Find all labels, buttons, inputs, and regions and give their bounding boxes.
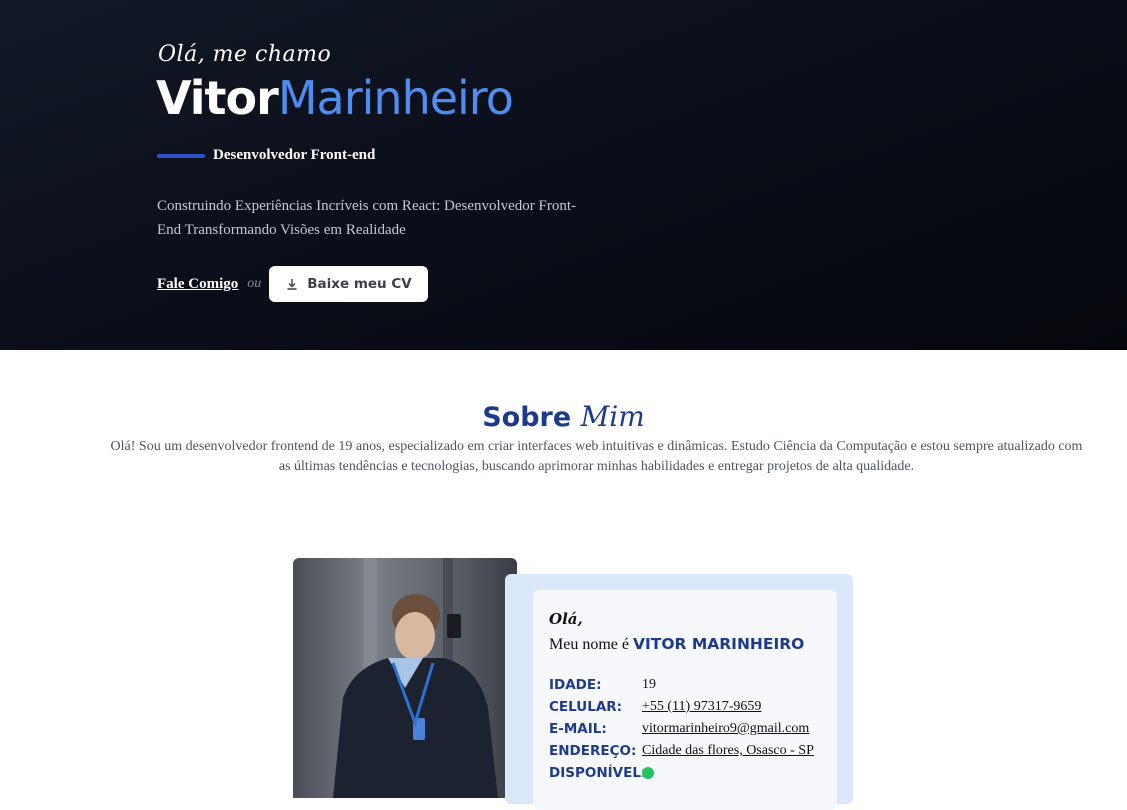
age-value: 19 xyxy=(642,677,656,692)
info-row-phone: CELULAR: +55 (11) 97317-9659 xyxy=(549,696,761,718)
download-cv-label: Baixe meu CV xyxy=(307,276,412,292)
about-title-main: Sobre xyxy=(482,402,572,433)
address-link[interactable]: Cidade das flores, Osasco - SP xyxy=(642,743,814,759)
hero-role: Desenvolvedor Front-end xyxy=(213,147,376,163)
hero-cta-row: Fale Comigo ou Baixe meu CV xyxy=(157,266,428,302)
info-row-email: E-MAIL: vitormarinheiro9@gmail.com xyxy=(549,718,809,740)
card-hello: Olá, xyxy=(549,610,583,628)
card-name-row: Meu nome é VITOR MARINHEIRO xyxy=(549,635,804,654)
card-name-prefix: Meu nome é xyxy=(549,636,629,653)
profile-photo-illustration xyxy=(333,558,498,798)
email-link[interactable]: vitormarinheiro9@gmail.com xyxy=(642,721,809,737)
hero-role-row: Desenvolvedor Front-end xyxy=(157,147,375,164)
hero-tagline: Construindo Experiências Incríveis com R… xyxy=(157,198,577,238)
role-accent-line xyxy=(157,153,205,158)
info-row-available: DISPONÍVEL: xyxy=(549,762,654,784)
contact-link[interactable]: Fale Comigo xyxy=(157,276,238,293)
available-status-dot xyxy=(642,767,654,779)
download-icon xyxy=(287,279,297,290)
email-label: E-MAIL: xyxy=(549,721,607,737)
hero-greeting: Olá, me chamo xyxy=(158,42,332,67)
age-label: IDADE: xyxy=(549,677,602,693)
about-title-accent: Mim xyxy=(580,400,645,433)
download-cv-button[interactable]: Baixe meu CV xyxy=(269,266,428,302)
phone-link[interactable]: +55 (11) 97317-9659 xyxy=(642,699,761,715)
hero-last-name: Marinheiro xyxy=(277,71,514,125)
hero-name: VitorMarinheiro xyxy=(156,70,514,126)
card-name: VITOR MARINHEIRO xyxy=(632,635,805,653)
about-text: Olá! Sou um desenvolvedor frontend de 19… xyxy=(110,439,1083,474)
available-label: DISPONÍVEL: xyxy=(549,765,647,781)
about-title: Sobre Mim xyxy=(0,392,1127,433)
address-label: ENDEREÇO: xyxy=(549,743,637,759)
info-row-address: ENDEREÇO: Cidade das flores, Osasco - SP xyxy=(549,740,814,762)
or-label: ou xyxy=(247,276,262,291)
info-row-age: IDADE: 19 xyxy=(549,674,656,696)
phone-label: CELULAR: xyxy=(549,699,623,715)
hero-section: Olá, me chamo VitorMarinheiro Desenvolve… xyxy=(0,0,1127,350)
profile-photo xyxy=(293,558,517,798)
hero-first-name: Vitor xyxy=(156,71,279,125)
